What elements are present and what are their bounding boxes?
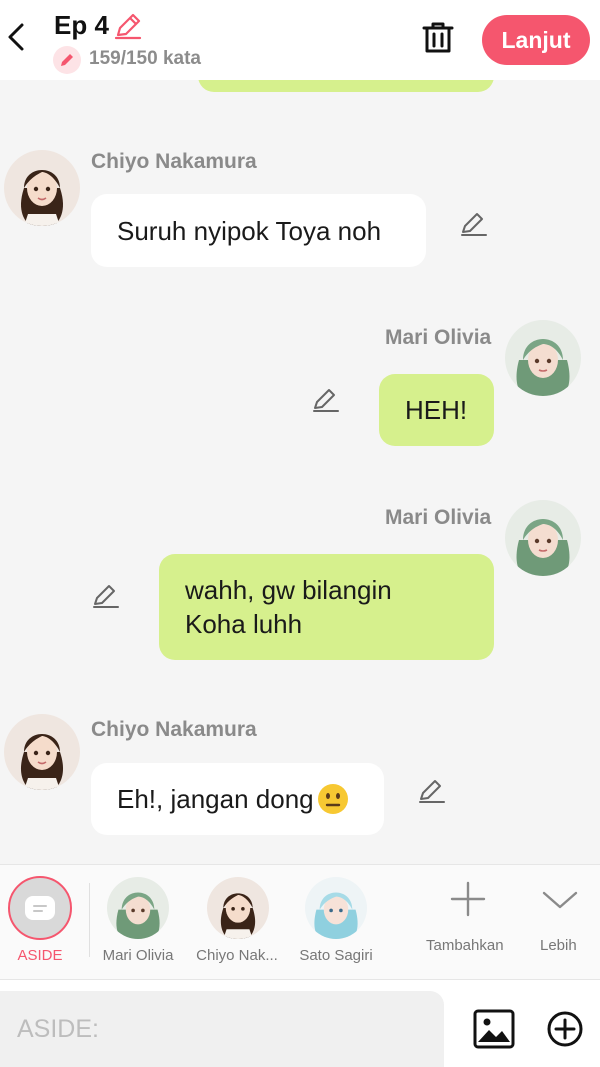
edit-message-button[interactable]	[417, 776, 447, 806]
word-count: 159/150 kata	[89, 48, 201, 69]
aside-label: ASIDE	[17, 947, 63, 964]
aside-option[interactable]: ASIDE	[0, 865, 80, 981]
previous-message-bubble[interactable]	[198, 80, 494, 92]
aside-input[interactable]	[0, 991, 444, 1067]
sender-name: Chiyo Nakamura	[91, 718, 257, 741]
character-selector-bar: ASIDE Mari Olivia Chiyo Nak... Sato Sagi…	[0, 864, 600, 980]
pencil-icon	[419, 780, 445, 803]
avatar-sato	[305, 877, 367, 939]
word-count-badge	[53, 46, 81, 74]
character-option-chiyo[interactable]: Chiyo Nak...	[192, 865, 282, 981]
plus-icon	[450, 881, 486, 917]
character-name: Chiyo Nak...	[196, 947, 278, 964]
character-name: Mari Olivia	[102, 947, 174, 964]
message-bubble[interactable]: Suruh nyipok Toya noh	[91, 194, 426, 267]
chat-message: Mari Olivia HEH!	[0, 320, 600, 450]
more-button[interactable]: Lebih	[530, 865, 590, 981]
character-name: Sato Sagiri	[299, 947, 373, 964]
chat-message: Mari Olivia wahh, gw bilangin Koha luhh	[0, 500, 600, 660]
message-bubble[interactable]: Eh!, jangan dong	[91, 763, 384, 835]
edit-message-button[interactable]	[91, 581, 121, 611]
message-bubble[interactable]: wahh, gw bilangin Koha luhh	[159, 554, 494, 660]
divider	[89, 883, 90, 957]
back-button[interactable]	[2, 20, 32, 54]
more-label: Lebih	[540, 937, 577, 954]
edit-message-button[interactable]	[311, 385, 341, 415]
pencil-icon	[93, 585, 119, 608]
pencil-icon	[313, 389, 339, 412]
pencil-icon	[61, 54, 73, 66]
input-bar	[0, 980, 600, 1067]
avatar-mari	[107, 877, 169, 939]
chat-area[interactable]: Chiyo Nakamura Suruh nyipok Toya noh Mar…	[0, 80, 600, 864]
top-header: Ep 4 159/150 kata Lanjut	[0, 0, 600, 80]
message-text: wahh, gw bilangin Koha luhh	[185, 575, 392, 639]
insert-image-button[interactable]	[472, 1008, 516, 1050]
avatar-chiyo[interactable]	[4, 150, 80, 226]
character-option-mari[interactable]: Mari Olivia	[96, 865, 180, 981]
chevron-left-icon	[8, 23, 24, 51]
sender-name: Mari Olivia	[385, 506, 492, 529]
chat-message: Chiyo Nakamura Eh!, jangan dong	[0, 714, 600, 844]
episode-title: Ep 4	[54, 10, 109, 40]
pencil-icon	[461, 213, 487, 236]
edit-title-button[interactable]	[112, 11, 144, 41]
avatar-mari[interactable]	[505, 320, 581, 396]
edit-message-button[interactable]	[459, 209, 489, 239]
avatar-mari[interactable]	[505, 500, 581, 576]
message-text: HEH!	[405, 395, 468, 425]
add-character-button[interactable]: Tambahkan	[420, 865, 516, 981]
avatar-chiyo[interactable]	[4, 714, 80, 790]
plus-circle-icon	[547, 1011, 583, 1047]
chevron-down-icon	[542, 891, 578, 909]
aside-icon	[8, 876, 72, 940]
trash-icon	[422, 22, 454, 53]
neutral-face-emoji-icon	[317, 784, 348, 814]
chat-message: Chiyo Nakamura Suruh nyipok Toya noh	[0, 150, 600, 280]
sender-name: Mari Olivia	[385, 326, 492, 349]
sender-name: Chiyo Nakamura	[91, 150, 257, 173]
delete-button[interactable]	[419, 19, 457, 57]
message-text: Suruh nyipok Toya noh	[117, 215, 382, 246]
avatar-chiyo	[207, 877, 269, 939]
image-icon	[473, 1009, 515, 1049]
add-button[interactable]	[546, 1010, 584, 1048]
add-label: Tambahkan	[426, 937, 504, 954]
next-button[interactable]: Lanjut	[482, 15, 590, 65]
character-option-sato[interactable]: Sato Sagiri	[292, 865, 380, 981]
message-text: Eh!, jangan dong	[117, 784, 314, 814]
pencil-icon	[114, 13, 142, 40]
message-bubble[interactable]: HEH!	[379, 374, 494, 446]
